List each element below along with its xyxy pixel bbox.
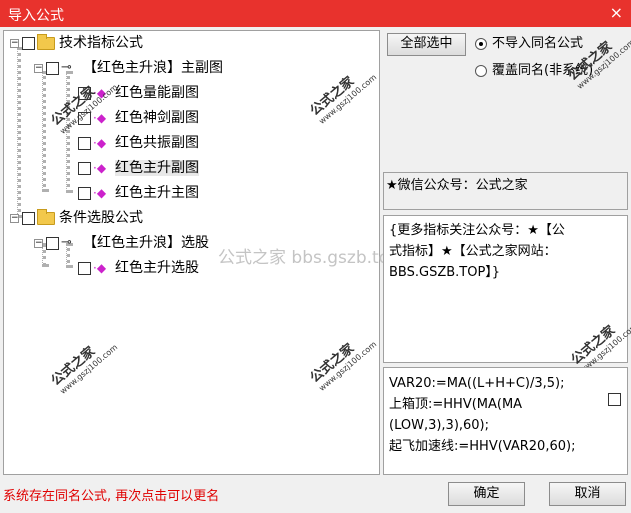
radio-selected-icon[interactable] [475, 37, 487, 50]
tree-label: 条件选股公式 [59, 210, 143, 226]
tree-leaf[interactable]: ·◆ 红色共振副图 [78, 133, 199, 153]
checkbox[interactable] [78, 186, 91, 200]
tree-root-screener[interactable]: − 条件选股公式 [10, 208, 143, 228]
watermark: 公式之家 www.gszj100.com [307, 339, 379, 393]
checkbox[interactable] [78, 261, 91, 275]
checkbox[interactable] [78, 161, 91, 175]
tree-group-screener[interactable]: − ⊸ 【红色主升浪】选股 [34, 233, 209, 253]
code-line: VAR20:=MA((L+H+C)/3,5); [389, 376, 565, 391]
tree-leaf[interactable]: ·◆ 红色主升副图 [78, 158, 199, 178]
checkbox[interactable] [22, 36, 35, 50]
collapse-icon[interactable]: − [10, 213, 19, 223]
code-checkbox[interactable] [608, 393, 621, 406]
window-title: 导入公式 [8, 8, 64, 24]
wechat-text: ★微信公众号：公式之家 [386, 178, 528, 193]
key-icon: ⊸ [61, 235, 72, 250]
watermark: 公式之家 www.gszj100.com [48, 342, 120, 396]
title-bar: 导入公式 × [0, 0, 631, 27]
formula-gem-icon: ·◆ [93, 261, 107, 275]
checkbox[interactable] [22, 211, 35, 225]
promo-line: {更多指标关注公众号：★【公 [389, 223, 565, 238]
promo-line: BBS.GSZB.TOP】} [389, 265, 501, 280]
status-message: 系统存在同名公式, 再次点击可以更名 [3, 489, 220, 504]
radio-icon[interactable] [475, 64, 487, 77]
tree-group-main[interactable]: − ⊸ 【红色主升浪】主副图 [34, 58, 223, 78]
tree-line [42, 71, 46, 192]
tree-line [17, 47, 21, 218]
watermark-center: 公式之家 bbs.gszb.top [218, 248, 400, 268]
tree-label: 【红色主升浪】选股 [83, 235, 209, 251]
collapse-icon[interactable]: − [34, 238, 43, 248]
checkbox[interactable] [46, 61, 59, 75]
tree-label: 红色主升选股 [115, 260, 199, 276]
key-icon: ⊸ [61, 60, 72, 75]
tree-label: 红色主升主图 [115, 185, 199, 201]
tree-label: 红色主升副图 [115, 160, 199, 176]
code-preview: VAR20:=MA((L+H+C)/3,5); 上箱顶:=HHV(MA(MA (… [383, 367, 628, 475]
code-line: (LOW,3),3),60); [389, 418, 490, 433]
formula-gem-icon: ·◆ [93, 161, 107, 175]
tree-label: 红色量能副图 [115, 85, 199, 101]
collapse-icon[interactable]: − [34, 63, 43, 73]
promo-line: 式指标】★【公式之家网站： [389, 244, 557, 259]
cancel-button[interactable]: 取消 [549, 482, 626, 506]
ok-button[interactable]: 确定 [448, 482, 525, 506]
collapse-icon[interactable]: − [10, 38, 19, 48]
radio-skip-duplicates[interactable]: 不导入同名公式 [475, 34, 583, 54]
formula-gem-icon: ·◆ [93, 186, 107, 200]
folder-icon [37, 208, 55, 225]
code-line: 上箱顶:=HHV(MA(MA [389, 397, 523, 412]
tree-label: 技术指标公式 [59, 35, 143, 51]
formula-gem-icon: ·◆ [93, 136, 107, 150]
promo-panel: {更多指标关注公众号：★【公 式指标】★【公式之家网站： BBS.GSZB.TO… [383, 215, 631, 375]
watermark: 公式之家 www.gszj100.com [307, 72, 379, 126]
radio-label: 不导入同名公式 [492, 36, 584, 51]
tree-root-technical[interactable]: − 技术指标公式 [10, 33, 143, 53]
checkbox[interactable] [78, 136, 91, 150]
checkbox[interactable] [46, 236, 59, 250]
folder-icon [37, 33, 55, 50]
code-line: 起飞加速线:=HHV(VAR20,60); [389, 439, 576, 454]
tree-leaf[interactable]: ·◆ 红色主升主图 [78, 183, 199, 203]
tree-leaf[interactable]: ·◆ 红色主升选股 [78, 258, 199, 278]
select-all-button[interactable]: 全部选中 [387, 33, 466, 56]
wechat-panel: ★微信公众号：公式之家 [383, 172, 628, 210]
tree-label: 红色共振副图 [115, 135, 199, 151]
tree-label: 红色神剑副图 [115, 110, 199, 126]
close-icon[interactable]: × [610, 3, 623, 22]
